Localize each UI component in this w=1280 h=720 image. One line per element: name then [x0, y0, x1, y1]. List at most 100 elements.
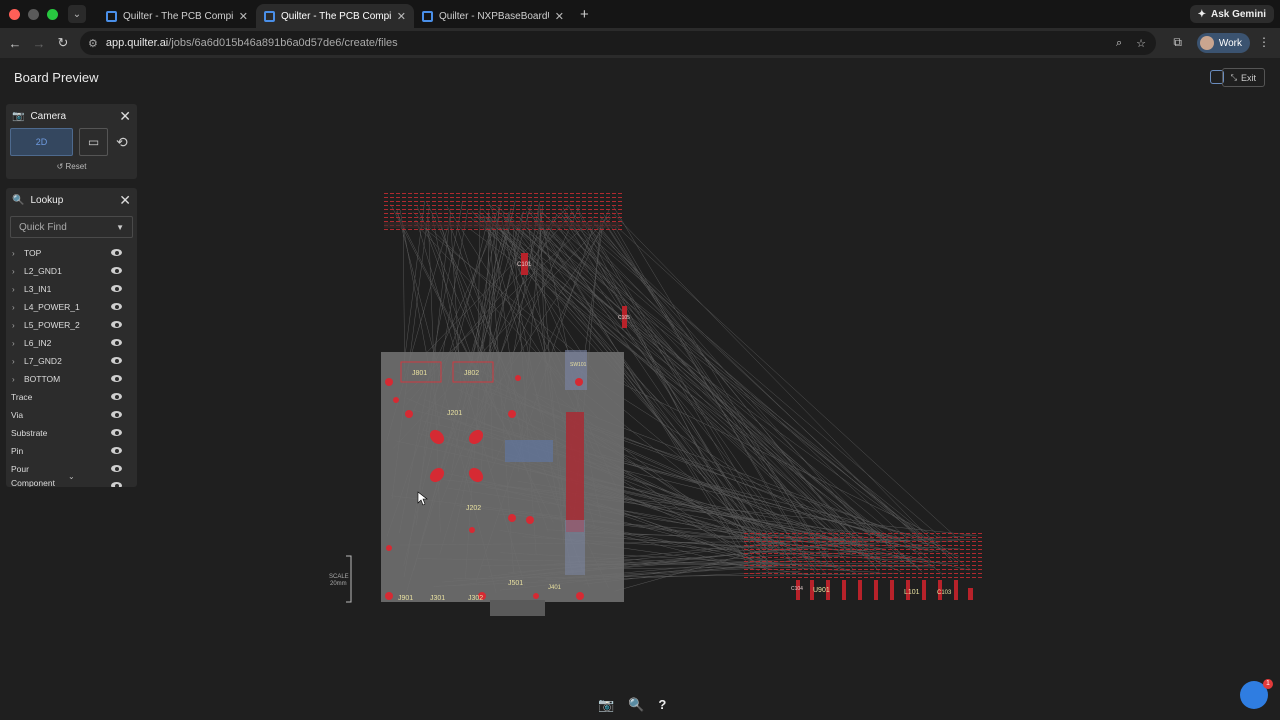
eye-icon[interactable]	[111, 339, 122, 346]
bookmark-star-icon[interactable]: ☆	[1136, 37, 1146, 50]
chevron-right-icon[interactable]: ›	[12, 339, 24, 348]
eye-icon[interactable]	[111, 465, 122, 472]
site-settings-icon[interactable]: ⚙	[88, 37, 98, 50]
eye-icon[interactable]	[111, 482, 122, 487]
layer-row-bottom[interactable]: › BOTTOM	[6, 370, 137, 388]
back-button[interactable]: ←	[3, 36, 27, 51]
reset-button[interactable]: ↺ Reset	[6, 162, 137, 171]
layer-row-l3-in1[interactable]: › L3_IN1	[6, 280, 137, 298]
designator-j302: J302	[468, 595, 483, 602]
browser-tab-1[interactable]: Quilter - The PCB Compiler ✕	[98, 4, 256, 28]
camera-tool-icon[interactable]: 📷	[598, 697, 614, 713]
forward-button[interactable]: →	[27, 36, 51, 51]
connector-header	[566, 412, 584, 532]
extensions-icon[interactable]: ⧉	[1173, 35, 1182, 50]
eye-icon[interactable]	[111, 357, 122, 364]
address-bar[interactable]: ⚙ app.quilter.ai/jobs/6a6d015b46a891b6a0…	[80, 31, 1156, 55]
profile-button[interactable]: Work	[1196, 33, 1250, 53]
bottom-toolbar: 📷 🔍 ?	[598, 697, 666, 713]
search-tool-icon[interactable]: 🔍	[628, 697, 644, 713]
board-canvas[interactable]: C101 C105 J801 J802 J201 J202 SW101 J901…	[0, 96, 1280, 720]
tab-title: Quilter - NXPBaseBoardUNP...	[439, 10, 549, 22]
close-icon[interactable]: ✕	[119, 192, 131, 209]
close-window-button[interactable]	[9, 8, 20, 20]
profile-label: Work	[1218, 37, 1242, 49]
eye-icon[interactable]	[111, 303, 122, 310]
reload-button[interactable]: ↻	[51, 35, 75, 51]
object-row-via[interactable]: Via	[6, 406, 137, 424]
scroll-down-chevron-icon[interactable]: ⌄	[68, 472, 75, 481]
ruler-button[interactable]: ▭	[79, 128, 108, 156]
window-controls	[9, 8, 58, 20]
close-icon[interactable]: ✕	[119, 108, 131, 125]
designator-c105: C105	[618, 315, 630, 321]
board-substrate[interactable]	[381, 352, 624, 602]
eye-icon[interactable]	[111, 447, 122, 454]
ratsnest-line	[402, 224, 405, 372]
eye-icon[interactable]	[111, 285, 122, 292]
board-preview-svg[interactable]: C101 C105 J801 J802 J201 J202 SW101 J901…	[0, 96, 1280, 720]
eye-icon[interactable]	[111, 375, 122, 382]
url-host: app.quilter.ai	[105, 37, 169, 49]
new-tab-button[interactable]: +	[580, 6, 589, 23]
layer-label: L5_POWER_2	[24, 320, 80, 330]
object-label: Pour	[11, 464, 29, 474]
layer-row-l5-power-2[interactable]: › L5_POWER_2	[6, 316, 137, 334]
eye-icon[interactable]	[111, 267, 122, 274]
layer-row-l6-in2[interactable]: › L6_IN2	[6, 334, 137, 352]
chevron-right-icon[interactable]: ›	[12, 303, 24, 312]
browser-toolbar: ← → ↻ ⚙ app.quilter.ai/jobs/6a6d015b46a8…	[0, 28, 1280, 58]
help-icon[interactable]: ?	[658, 697, 666, 713]
designator-j301: J301	[430, 595, 445, 602]
object-row-pin[interactable]: Pin	[6, 442, 137, 460]
quilter-favicon-icon	[422, 10, 433, 22]
layer-row-top[interactable]: › TOP	[6, 244, 137, 262]
object-row-substrate[interactable]: Substrate	[6, 424, 137, 442]
exit-button[interactable]: ⤡ Exit	[1221, 68, 1265, 87]
close-icon[interactable]: ✕	[239, 10, 248, 23]
chevron-right-icon[interactable]: ›	[12, 267, 24, 276]
url-path: /jobs/6a6d015b46a891b6a0d57de6/create/fi…	[168, 37, 398, 49]
ratsnest-line	[603, 213, 804, 545]
minimize-window-button[interactable]	[28, 8, 39, 20]
rotate-icon[interactable]: ⟲	[116, 134, 128, 151]
close-icon[interactable]: ✕	[397, 10, 406, 23]
eye-icon[interactable]	[111, 393, 122, 400]
sparkle-icon: ✦	[1197, 8, 1206, 20]
chevron-right-icon[interactable]: ›	[12, 285, 24, 294]
browser-tab-2[interactable]: Quilter - The PCB Compiler ✕	[256, 4, 414, 28]
ratsnest-line	[614, 401, 775, 536]
ask-gemini-button[interactable]: ✦ Ask Gemini	[1189, 5, 1274, 23]
chevron-right-icon[interactable]: ›	[12, 249, 24, 258]
object-row-trace[interactable]: Trace	[6, 388, 137, 406]
eye-icon[interactable]	[111, 411, 122, 418]
browser-tab-3[interactable]: Quilter - NXPBaseBoardUNP... ✕	[414, 4, 572, 28]
designator-u901: U901	[813, 587, 830, 594]
quilter-favicon-icon	[106, 10, 117, 22]
close-icon[interactable]: ✕	[555, 10, 564, 23]
component-row	[384, 222, 620, 228]
maximize-window-button[interactable]	[47, 8, 58, 20]
chevron-right-icon[interactable]: ›	[12, 375, 24, 384]
ruler-icon: ▭	[87, 135, 100, 149]
chat-badge: 1	[1263, 679, 1273, 689]
layer-label: L2_GND1	[24, 266, 62, 276]
component-ic	[505, 440, 553, 462]
scale-label: SCALE	[329, 574, 349, 580]
chevron-right-icon[interactable]: ›	[12, 357, 24, 366]
eye-icon[interactable]	[111, 249, 122, 256]
eye-icon[interactable]	[111, 321, 122, 328]
layer-row-l2-gnd1[interactable]: › L2_GND1	[6, 262, 137, 280]
mode-2d-button[interactable]: 2D	[10, 128, 73, 156]
chevron-right-icon[interactable]: ›	[12, 321, 24, 330]
quick-find-dropdown[interactable]: Quick Find ▼	[10, 216, 133, 238]
eye-icon[interactable]	[111, 429, 122, 436]
layer-row-l7-gnd2[interactable]: › L7_GND2	[6, 352, 137, 370]
more-menu-icon[interactable]: ⋮	[1258, 35, 1270, 49]
layer-label: L7_GND2	[24, 356, 62, 366]
object-label: Component	[11, 478, 55, 487]
search-icon: 🔍	[12, 194, 25, 206]
layer-row-l4-power-1[interactable]: › L4_POWER_1	[6, 298, 137, 316]
zoom-icon[interactable]: ⌕	[1116, 37, 1122, 50]
tab-search-button[interactable]: ⌄	[68, 5, 86, 23]
